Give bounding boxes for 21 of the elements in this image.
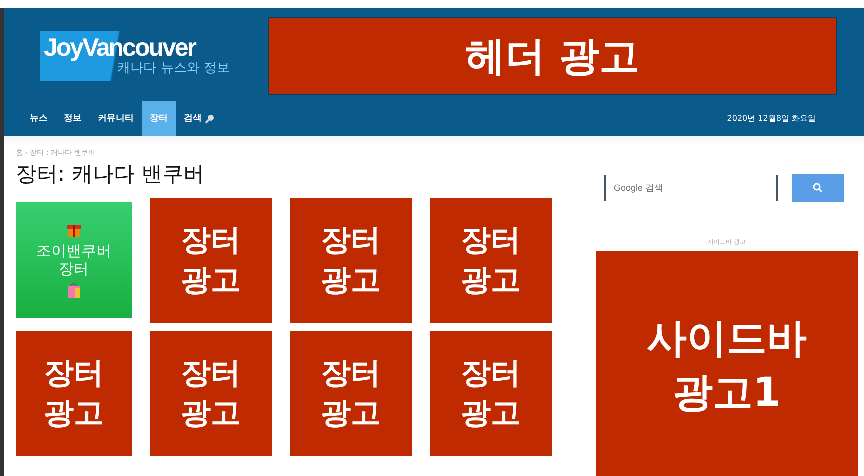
search-icon	[205, 114, 215, 124]
nav-tab[interactable]: 커뮤니티	[90, 101, 142, 136]
ad-tile[interactable]: 장터 광고	[16, 331, 132, 456]
search-button[interactable]	[792, 174, 844, 202]
page-title: 장터: 캐나다 밴쿠버	[16, 161, 206, 188]
ad-tile[interactable]: 장터 광고	[150, 331, 272, 456]
gift-icon	[67, 222, 81, 238]
ad-tile[interactable]: 장터 광고	[290, 331, 412, 456]
sidebar-ad-banner[interactable]: 사이드바 광고1	[596, 251, 858, 476]
header-ad-banner[interactable]: 헤더 광고	[268, 17, 837, 95]
ad-tile[interactable]: 장터 광고	[430, 198, 552, 323]
ad-tile[interactable]: 장터 광고	[290, 198, 412, 323]
shopping-bag-icon	[67, 282, 81, 298]
ad-tile[interactable]: 장터 광고	[150, 198, 272, 323]
ad-tile[interactable]: 장터 광고	[430, 331, 552, 456]
date-text: 2020년 12월8일 화요일	[727, 113, 816, 124]
search-field[interactable]: Google 검색	[604, 175, 778, 201]
nav-tab[interactable]: 정보	[56, 101, 90, 136]
nav-tab[interactable]: 뉴스	[22, 101, 56, 136]
search-icon	[813, 183, 823, 193]
nav-tab[interactable]: 검색	[176, 101, 223, 136]
